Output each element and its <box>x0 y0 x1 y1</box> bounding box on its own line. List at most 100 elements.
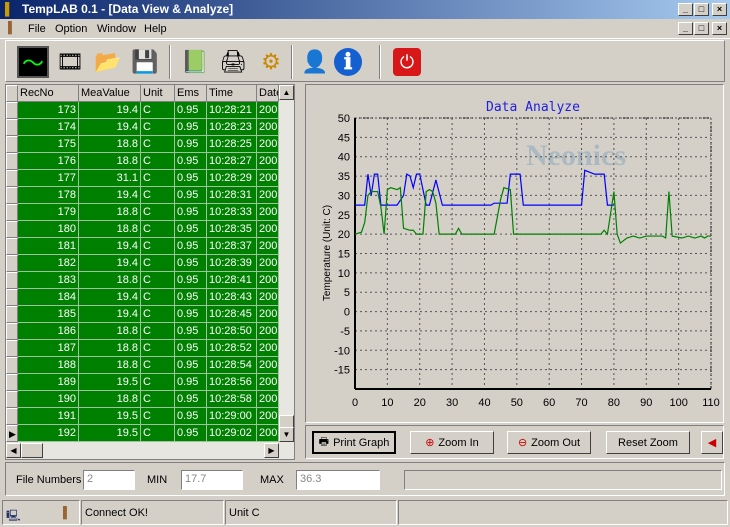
zoom-in-button[interactable]: ⊕ Zoom In <box>410 431 494 454</box>
grid-cell[interactable]: 0.95 <box>175 425 207 442</box>
grid-cell[interactable]: 10:28:29 <box>207 170 257 187</box>
grid-cell[interactable]: 10:28:41 <box>207 272 257 289</box>
grid-cell[interactable]: 200 <box>257 425 279 442</box>
grid-cell[interactable]: 10:28:45 <box>207 306 257 323</box>
grid-cell[interactable]: 200 <box>257 153 279 170</box>
grid-cell[interactable]: 187 <box>18 340 79 357</box>
grid-cell[interactable]: 0.95 <box>175 340 207 357</box>
minimize-button[interactable]: _ <box>678 3 693 16</box>
grid-cell[interactable]: 0.95 <box>175 323 207 340</box>
row-indicator[interactable] <box>6 391 18 408</box>
grid-cell[interactable]: 0.95 <box>175 102 207 119</box>
film-reel-icon[interactable]: 🎞 <box>54 46 86 78</box>
maximize-button[interactable]: □ <box>694 3 709 16</box>
table-row[interactable]: 180 18.8 C 0.95 10:28:35 200 <box>6 221 279 238</box>
grid-cell[interactable]: 179 <box>18 204 79 221</box>
grid-cell[interactable]: C <box>141 187 175 204</box>
grid-cell[interactable]: 10:28:50 <box>207 323 257 340</box>
grid-cell[interactable]: C <box>141 408 175 425</box>
grid-cell[interactable]: 10:28:27 <box>207 153 257 170</box>
grid-cell[interactable]: 200 <box>257 272 279 289</box>
grid-cell[interactable]: 10:28:52 <box>207 340 257 357</box>
row-indicator[interactable] <box>6 374 18 391</box>
grid-cell[interactable]: 19.5 <box>79 374 141 391</box>
grid-cell[interactable]: 0.95 <box>175 136 207 153</box>
grid-cell[interactable]: 10:28:43 <box>207 289 257 306</box>
table-row[interactable]: 184 19.4 C 0.95 10:28:43 200 <box>6 289 279 306</box>
grid-cell[interactable]: 200 <box>257 289 279 306</box>
grid-cell[interactable]: 19.4 <box>79 119 141 136</box>
row-indicator[interactable] <box>6 85 18 102</box>
close-button[interactable]: × <box>712 3 727 16</box>
row-indicator[interactable] <box>6 136 18 153</box>
excel-export-icon[interactable]: 📗 <box>179 46 211 78</box>
grid-cell[interactable]: 10:28:33 <box>207 204 257 221</box>
column-header-ems[interactable]: Ems <box>175 85 207 102</box>
column-header-unit[interactable]: Unit <box>141 85 175 102</box>
grid-cell[interactable]: 0.95 <box>175 170 207 187</box>
grid-cell[interactable]: 19.4 <box>79 187 141 204</box>
grid-cell[interactable]: 190 <box>18 391 79 408</box>
settings-gears-icon[interactable]: ⚙ <box>255 46 287 78</box>
mdi-close-button[interactable]: × <box>712 22 727 35</box>
data-grid[interactable]: RecNoMeaValueUnitEmsTimeDate17319.4C0.95… <box>5 84 295 460</box>
grid-cell[interactable]: C <box>141 425 175 442</box>
grid-cell[interactable]: 19.4 <box>79 238 141 255</box>
grid-cell[interactable]: 18.8 <box>79 153 141 170</box>
grid-cell[interactable]: 177 <box>18 170 79 187</box>
grid-cell[interactable]: 0.95 <box>175 255 207 272</box>
mdi-minimize-button[interactable]: _ <box>678 22 693 35</box>
table-row[interactable]: 183 18.8 C 0.95 10:28:41 200 <box>6 272 279 289</box>
grid-cell[interactable]: 0.95 <box>175 238 207 255</box>
table-row[interactable]: 189 19.5 C 0.95 10:28:56 200 <box>6 374 279 391</box>
open-folder-icon[interactable]: 📂 <box>92 46 124 78</box>
grid-cell[interactable]: 19.4 <box>79 255 141 272</box>
scroll-down-button[interactable]: ▼ <box>279 427 294 442</box>
row-indicator[interactable] <box>6 102 18 119</box>
grid-cell[interactable]: 18.8 <box>79 136 141 153</box>
table-row[interactable]: 188 18.8 C 0.95 10:28:54 200 <box>6 357 279 374</box>
grid-cell[interactable]: 191 <box>18 408 79 425</box>
table-row[interactable]: 173 19.4 C 0.95 10:28:21 200 <box>6 102 279 119</box>
grid-cell[interactable]: 0.95 <box>175 408 207 425</box>
grid-cell[interactable]: 200 <box>257 408 279 425</box>
mdi-restore-button[interactable]: □ <box>694 22 709 35</box>
table-row[interactable]: 181 19.4 C 0.95 10:28:37 200 <box>6 238 279 255</box>
grid-cell[interactable]: C <box>141 170 175 187</box>
grid-cell[interactable]: 0.95 <box>175 357 207 374</box>
grid-cell[interactable]: 174 <box>18 119 79 136</box>
grid-cell[interactable]: 192 <box>18 425 79 442</box>
grid-cell[interactable]: 19.5 <box>79 425 141 442</box>
grid-cell[interactable]: C <box>141 238 175 255</box>
grid-cell[interactable]: 189 <box>18 374 79 391</box>
zoom-out-button[interactable]: ⊖ Zoom Out <box>507 431 591 454</box>
grid-cell[interactable]: 186 <box>18 323 79 340</box>
grid-cell[interactable]: 200 <box>257 238 279 255</box>
grid-cell[interactable]: C <box>141 340 175 357</box>
grid-cell[interactable]: 182 <box>18 255 79 272</box>
grid-cell[interactable]: 18.8 <box>79 272 141 289</box>
column-header-time[interactable]: Time <box>207 85 257 102</box>
grid-cell[interactable]: C <box>141 374 175 391</box>
grid-cell[interactable]: C <box>141 323 175 340</box>
scroll-left-button[interactable]: ◀ <box>6 443 21 458</box>
table-row[interactable]: 191 19.5 C 0.95 10:29:00 200 <box>6 408 279 425</box>
grid-cell[interactable]: 200 <box>257 119 279 136</box>
min-field[interactable]: 17.7 <box>181 470 243 490</box>
grid-cell[interactable]: 18.8 <box>79 204 141 221</box>
column-header-meavalue[interactable]: MeaValue <box>79 85 141 102</box>
grid-cell[interactable]: 18.8 <box>79 357 141 374</box>
grid-cell[interactable]: C <box>141 136 175 153</box>
row-indicator[interactable] <box>6 357 18 374</box>
save-disk-icon[interactable]: 💾 <box>129 46 161 78</box>
reset-zoom-button[interactable]: Reset Zoom <box>606 431 690 454</box>
menu-file[interactable]: File <box>28 23 46 35</box>
grid-cell[interactable]: 200 <box>257 357 279 374</box>
grid-cell[interactable]: 180 <box>18 221 79 238</box>
grid-cell[interactable]: 10:28:23 <box>207 119 257 136</box>
grid-cell[interactable]: 200 <box>257 255 279 272</box>
row-indicator[interactable]: ▶ <box>6 425 18 442</box>
grid-cell[interactable]: 0.95 <box>175 153 207 170</box>
horizontal-scrollbar[interactable]: ◀ ▶ <box>6 442 294 459</box>
grid-cell[interactable]: 200 <box>257 170 279 187</box>
